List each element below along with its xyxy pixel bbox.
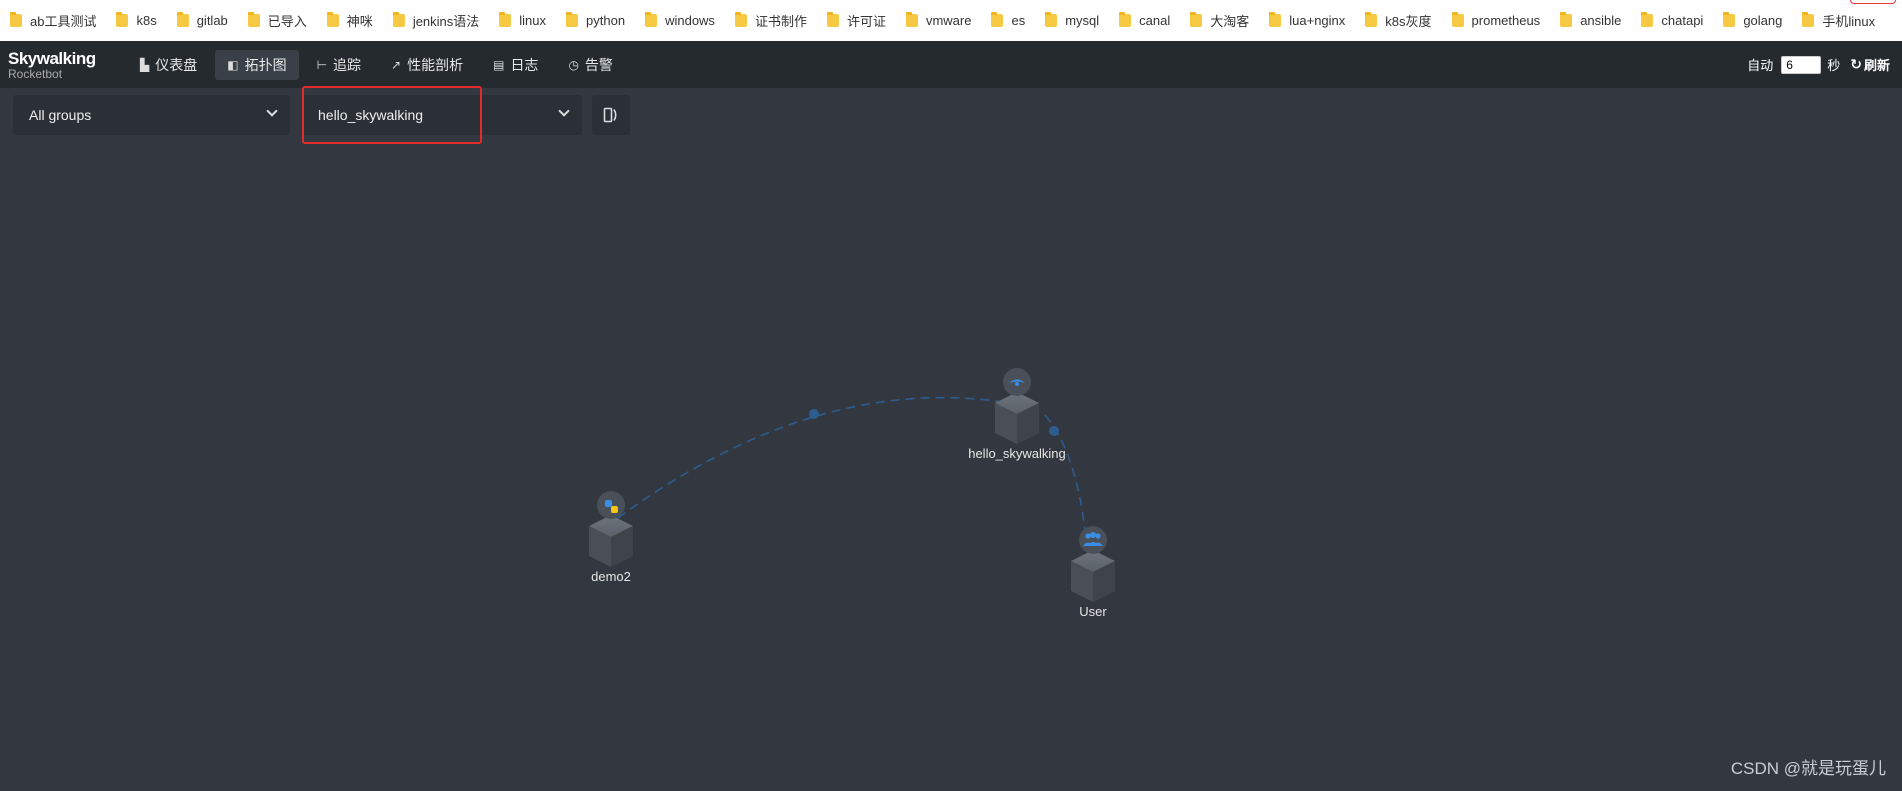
topology-canvas[interactable] <box>0 0 1902 791</box>
watermark: CSDN @就是玩蛋儿 <box>1730 759 1886 778</box>
node-label-demo2: demo2 <box>591 569 631 584</box>
topology-node-demo2[interactable] <box>589 491 633 567</box>
topology-node-hello-skywalking[interactable] <box>995 368 1039 444</box>
node-label-user: User <box>1079 604 1107 619</box>
topology-node-user[interactable] <box>1071 526 1115 602</box>
edge-midpoint-dot[interactable] <box>1049 426 1059 436</box>
edge-midpoint-dot[interactable] <box>809 409 819 419</box>
node-label-hello-skywalking: hello_skywalking <box>968 446 1066 461</box>
